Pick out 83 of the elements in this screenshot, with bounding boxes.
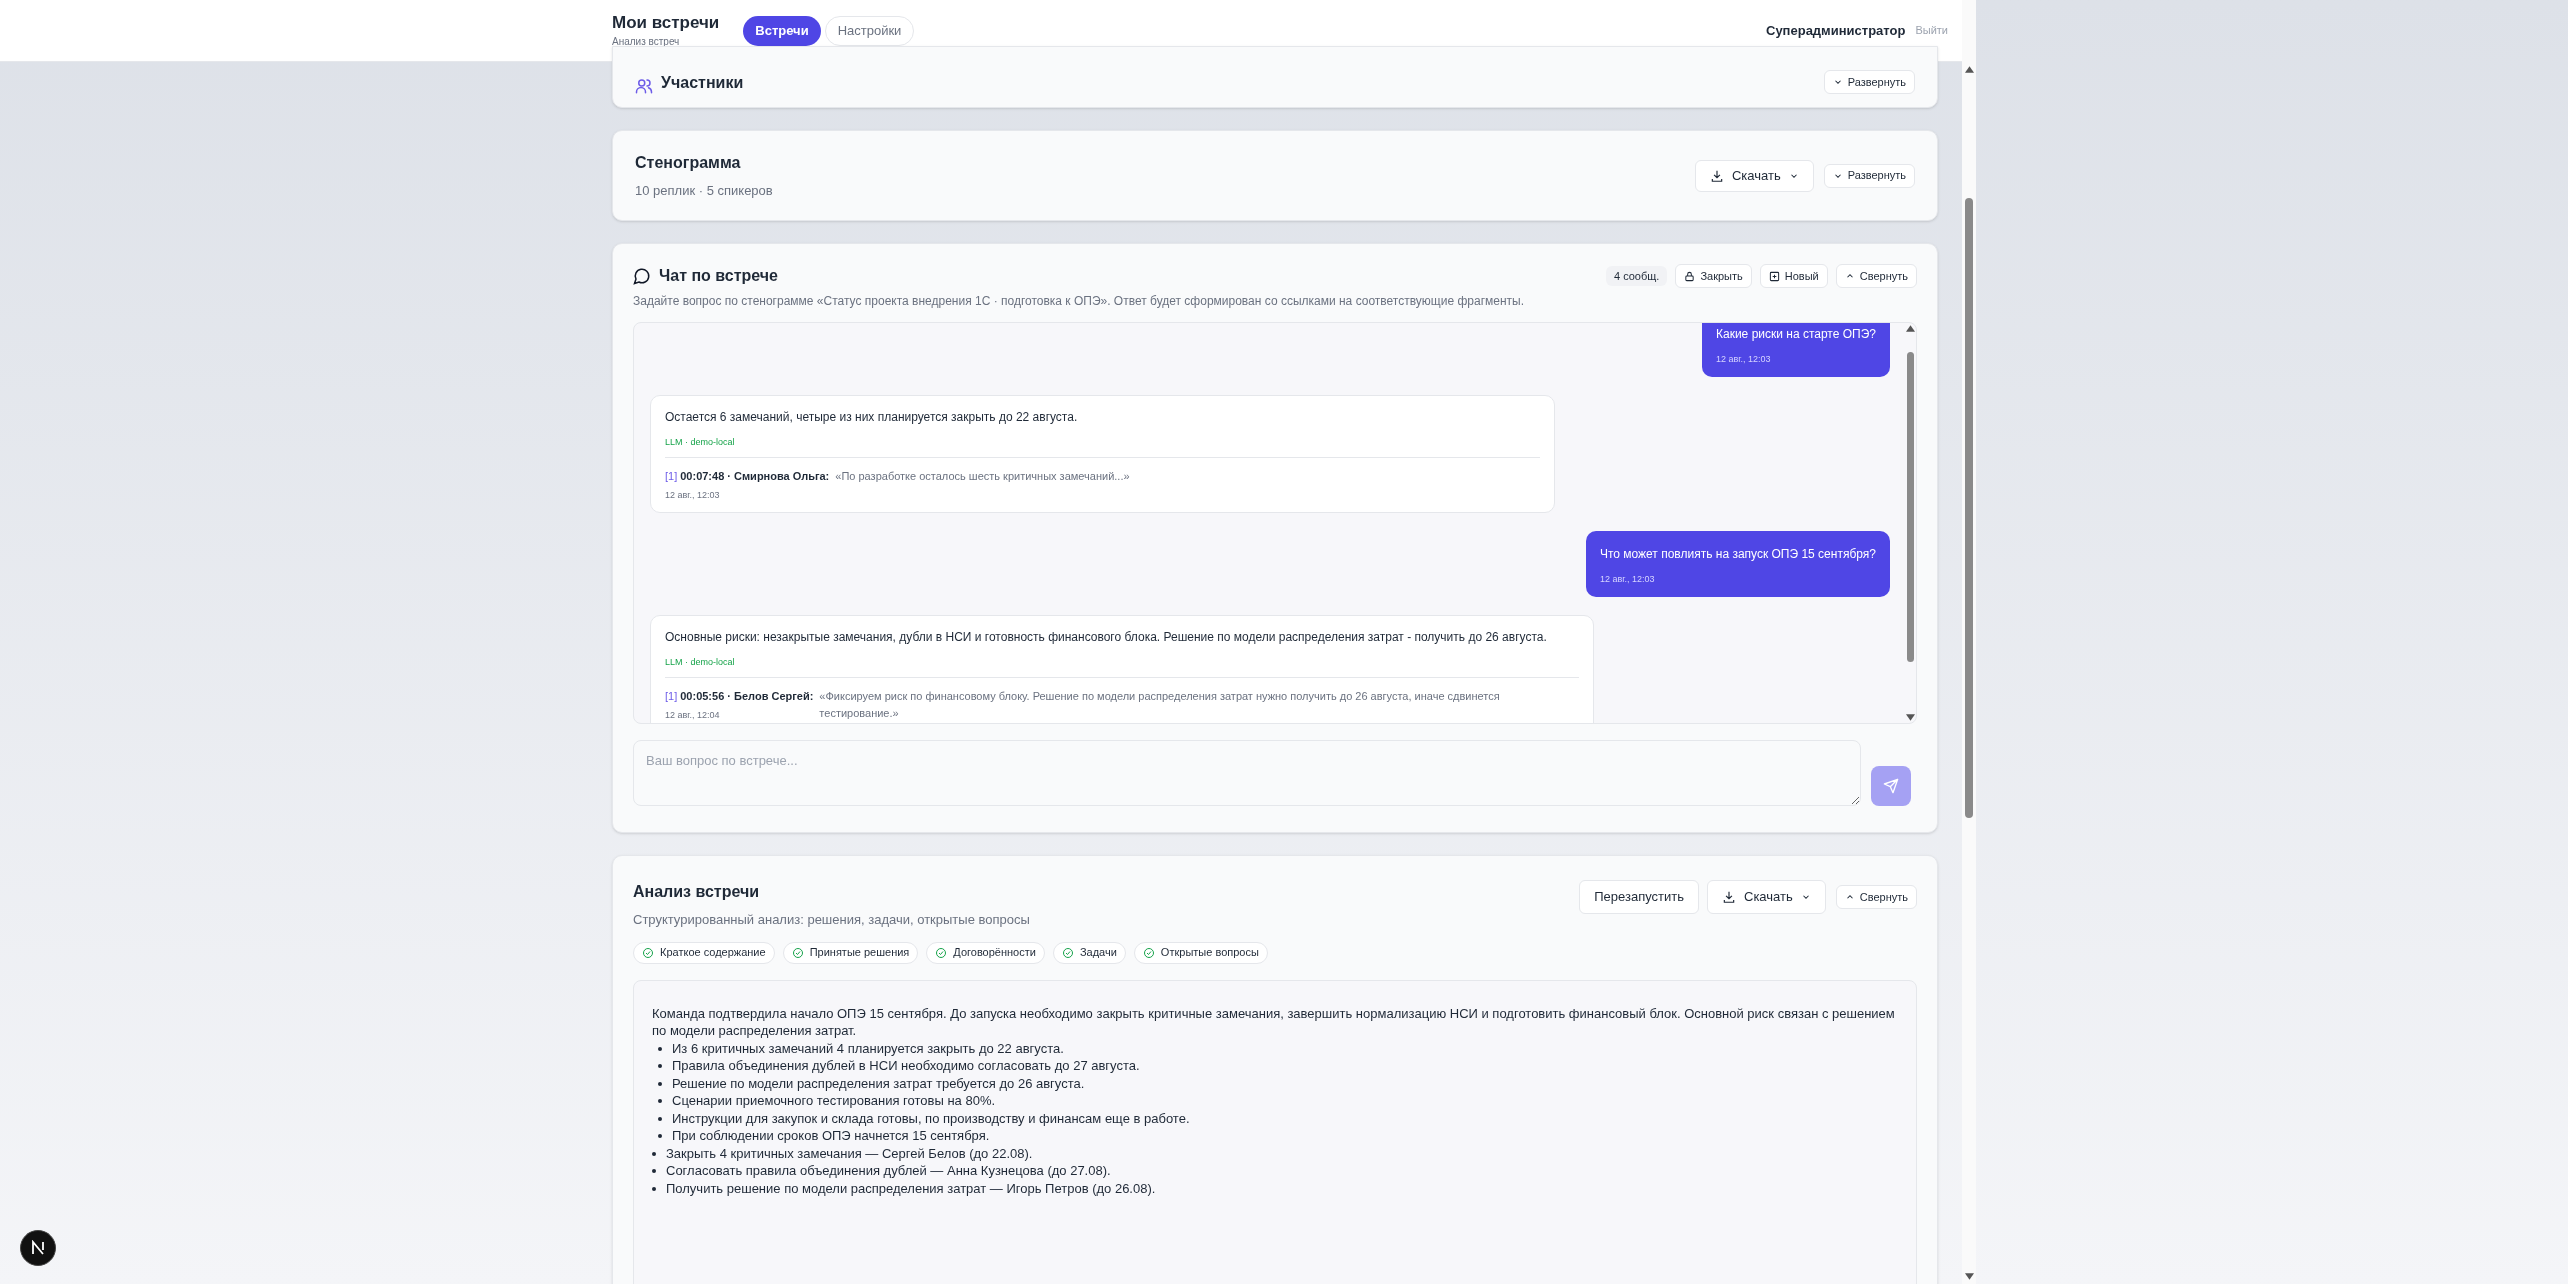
- list-item-text: Инструкции для закупок и склада готовы, по производству и финансам еще в работе.: [672, 1109, 1190, 1127]
- section-title: Чат по встрече: [659, 266, 778, 286]
- section-title: Участники: [661, 73, 744, 93]
- close-chat-button[interactable]: Закрыть: [1675, 264, 1752, 288]
- list-item-text: Сценарии приемочного тестирования готовы на 80%.: [672, 1092, 996, 1110]
- section-chip[interactable]: Принятые решения: [782, 941, 919, 964]
- model-label: LLM · demo-local: [665, 435, 1540, 458]
- message-count-badge: 4 сообщ.: [1605, 266, 1668, 286]
- section-title: Стенограмма: [635, 152, 742, 173]
- message-text: Что может повлиять на запуск ОПЭ 15 сентября?: [1599, 546, 1876, 563]
- list-item-text: Закрыть 4 критичных замечания — Сергей Белов (до 22.08).: [666, 1144, 1033, 1162]
- list-item-text: Согласовать правила объединения дублей — Анна Кузнецова (до 27.08).: [666, 1162, 1111, 1180]
- citation-link[interactable]: [1]: [665, 468, 678, 485]
- message-time: 12 авг., 12:03: [1599, 573, 1656, 586]
- section-title: Анализ встречи: [633, 882, 761, 902]
- scroll-up-icon: [1964, 66, 1974, 73]
- check-circle-icon: [642, 946, 654, 959]
- summary-paragraph: Команда подтвердила начало ОПЭ 15 сентября. До запуска необходимо закрыть критичные замечания, завершить нормализацию НСИ и подготовить финансовый блок. Основной риск связан с решением по модели распределения затрат.: [652, 1004, 1896, 1040]
- send-icon: [1883, 778, 1899, 794]
- bullet-icon: [652, 1169, 656, 1173]
- citation-speaker: 00:05:56 · Белов Сергей:: [680, 689, 814, 704]
- expand-button[interactable]: Развернуть: [1823, 163, 1915, 188]
- message-time: 12 авг., 12:03: [665, 488, 721, 502]
- bullet-icon: [652, 1151, 656, 1156]
- analysis-subtitle: Структурированный анализ: решения, задачи, открытые вопросы: [633, 911, 1030, 929]
- chat-description: Задайте вопрос по стенограмме «Статус проекта внедрения 1С · подготовка к ОПЭ». Ответ будет сформирован со ссылками на соответствующие фрагменты.: [633, 293, 1525, 310]
- transcript-meta: 10 реплик · 5 спикеров: [635, 181, 773, 200]
- check-circle-icon: [935, 946, 948, 959]
- scrollbar-thumb[interactable]: [1965, 198, 1973, 818]
- speech-bubble-icon: [633, 267, 651, 285]
- section-chip[interactable]: Открытые вопросы: [1133, 941, 1268, 964]
- list-item-text: При соблюдении сроков ОПЭ начнется 15 сентября.: [672, 1127, 990, 1145]
- citation-quote: «По разработке осталось шесть критичных замечаний...»: [835, 469, 1130, 484]
- collapse-button[interactable]: Свернуть: [1835, 264, 1917, 288]
- citation-link[interactable]: [1]: [665, 688, 678, 705]
- bullet-icon: [658, 1064, 662, 1068]
- citation-quote: «Фиксируем риск по финансовому блоку. Решение по модели распределения затрат нужно получить до 26 августа, иначе сдвинется тестирование.»: [819, 689, 1501, 721]
- user-name: Суперадминистратор: [1766, 21, 1906, 40]
- download-icon: [1709, 168, 1724, 183]
- check-circle-icon: [1142, 946, 1155, 959]
- restart-button[interactable]: Перезапустить: [1579, 880, 1699, 914]
- scroll-up-icon: [1905, 325, 1915, 332]
- new-chat-button[interactable]: Новый: [1759, 264, 1828, 288]
- list-item-text: Получить решение по модели распределения затрат — Игорь Петров (до 26.08).: [666, 1179, 1156, 1197]
- section-chip[interactable]: Краткое содержание: [633, 941, 775, 964]
- message-time: 12 авг., 12:03: [1716, 353, 1772, 366]
- check-circle-icon: [791, 946, 804, 959]
- list-item-text: Решение по модели распределения затрат требуется до 26 августа.: [672, 1074, 1085, 1092]
- users-icon: [635, 77, 653, 95]
- bullet-icon: [652, 1186, 656, 1191]
- scroll-down-icon: [1905, 714, 1915, 721]
- bullet-icon: [658, 1116, 662, 1121]
- bullet-icon: [658, 1081, 662, 1086]
- nav-tab[interactable]: Встречи: [743, 15, 821, 46]
- message-text: Остается 6 замечаний, четыре из них планируется закрыть до 22 августа.: [665, 408, 1079, 426]
- citation-speaker: 00:07:48 · Смирнова Ольга:: [680, 469, 830, 484]
- bullet-icon: [658, 1134, 662, 1138]
- section-chip[interactable]: Задачи: [1052, 941, 1126, 964]
- section-chip[interactable]: Договорённости: [926, 941, 1045, 964]
- question-field[interactable]: Ваш вопрос по встрече...: [633, 740, 1861, 806]
- expand-button[interactable]: Развернуть: [1823, 70, 1915, 94]
- app-title: Мои встречи: [612, 12, 720, 34]
- plus-square-icon: [1768, 270, 1780, 282]
- download-icon: [1722, 890, 1736, 904]
- message-text: Основные риски: незакрытые замечания, дубли в НСИ и готовность финансового блока. Решение по модели распределения затрат - получить до 26 августа.: [665, 628, 1548, 646]
- check-circle-icon: [1061, 946, 1074, 959]
- download-button[interactable]: Скачать: [1707, 880, 1826, 914]
- download-button[interactable]: Скачать: [1694, 159, 1814, 192]
- list-item-text: Правила объединения дублей в НСИ необходимо согласовать до 27 августа.: [672, 1057, 1140, 1075]
- bullet-icon: [658, 1046, 662, 1051]
- app-subtitle: Анализ встреч: [612, 34, 681, 49]
- nav-tab[interactable]: Настройки: [824, 15, 915, 46]
- send-button[interactable]: [1871, 766, 1911, 806]
- collapse-button[interactable]: Свернуть: [1835, 885, 1917, 909]
- model-label: LLM · demo-local: [665, 655, 1580, 678]
- scroll-down-icon: [1964, 1273, 1974, 1280]
- message-time: 12 авг., 12:04: [665, 708, 721, 722]
- message-text: Какие риски на старте ОПЭ?: [1716, 326, 1876, 343]
- bullet-icon: [658, 1099, 662, 1103]
- list-item-text: Из 6 критичных замечаний 4 планируется закрыть до 22 августа.: [672, 1039, 1064, 1057]
- dev-badge-icon: [20, 1230, 56, 1266]
- lock-icon: [1684, 270, 1696, 282]
- scrollbar-thumb[interactable]: [1906, 352, 1914, 662]
